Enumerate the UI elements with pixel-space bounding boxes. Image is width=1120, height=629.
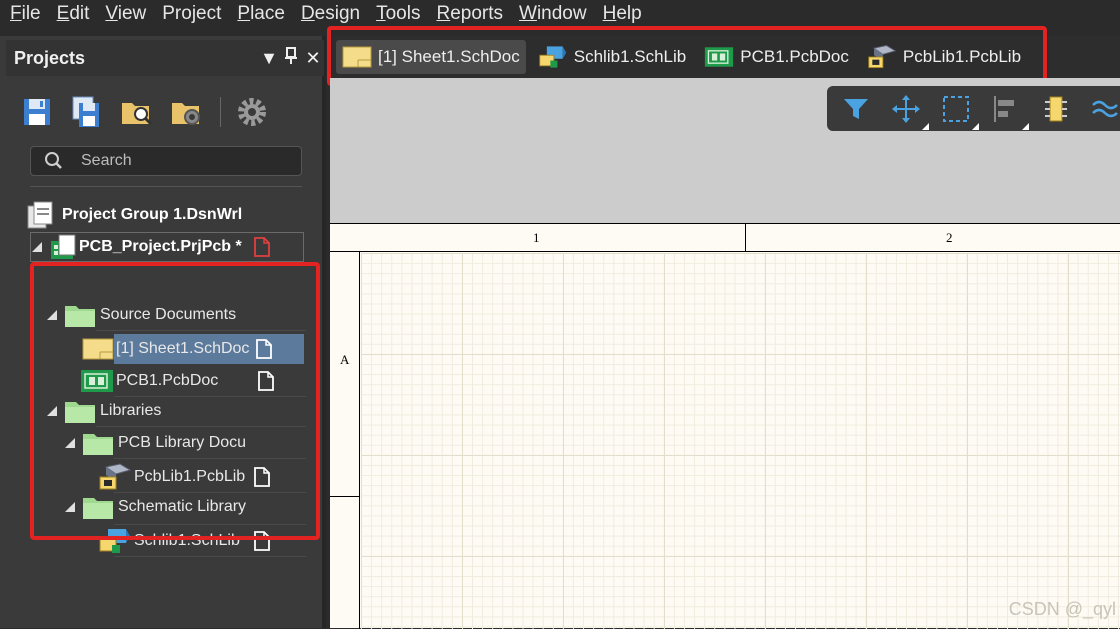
pcb-project-icon	[51, 234, 76, 259]
project-label: PCB_Project.PrjPcb *	[79, 238, 242, 255]
search-placeholder: Search	[81, 152, 132, 169]
divider	[30, 186, 302, 187]
select-area-icon[interactable]	[941, 94, 979, 130]
gear-icon[interactable]	[235, 95, 269, 129]
open-project-icon[interactable]	[120, 95, 154, 129]
annotation-highlight-tree	[30, 262, 320, 540]
watermark: CSDN @_qyl	[1008, 599, 1116, 619]
expand-arrow-icon[interactable]	[31, 241, 43, 253]
menu-reports[interactable]: Reports	[436, 0, 503, 28]
zone-divider	[745, 224, 746, 252]
menu-design[interactable]: Design	[301, 0, 360, 28]
search-icon	[45, 152, 62, 169]
align-icon[interactable]	[991, 94, 1029, 130]
toolbar-separator	[220, 97, 221, 127]
menu-project[interactable]: Project	[162, 0, 221, 28]
pin-icon[interactable]	[280, 46, 302, 70]
menu-view[interactable]: View	[105, 0, 146, 28]
tree-item-project-group[interactable]: Project Group 1.DsnWrl	[26, 200, 242, 230]
project-options-icon[interactable]	[170, 95, 204, 129]
place-part-icon[interactable]	[1041, 94, 1071, 124]
panel-toolbar	[20, 92, 285, 132]
zone-divider	[330, 496, 360, 497]
row-zone-bar: A	[330, 252, 360, 629]
column-zone-bar: 1 2	[330, 224, 1120, 252]
zone-col-1: 1	[533, 230, 540, 245]
menu-file[interactable]: File	[10, 0, 41, 28]
menu-place[interactable]: Place	[237, 0, 285, 28]
panel-menu-icon[interactable]: ▼	[258, 48, 280, 69]
menu-edit[interactable]: Edit	[57, 0, 90, 28]
dropdown-corner-icon	[972, 122, 979, 130]
menu-tools[interactable]: Tools	[376, 0, 420, 28]
annotation-highlight-tabs	[327, 26, 1047, 86]
zone-col-2: 2	[946, 230, 953, 245]
panel-title: Projects	[14, 47, 86, 68]
menu-help[interactable]: Help	[603, 0, 642, 28]
project-group-label: Project Group 1.DsnWrl	[62, 206, 243, 223]
dropdown-corner-icon	[922, 122, 929, 130]
close-icon[interactable]: ✕	[302, 48, 324, 69]
active-bar-toolbar	[827, 86, 1120, 131]
panel-header: Projects ▼ ✕	[6, 40, 324, 76]
save-icon[interactable]	[20, 95, 54, 129]
search-input[interactable]: Search	[30, 146, 302, 176]
move-icon[interactable]	[891, 94, 929, 130]
filter-icon[interactable]	[841, 94, 871, 124]
workspace-icon	[27, 201, 53, 229]
modified-doc-icon	[253, 237, 270, 257]
sheet-grid	[361, 253, 1120, 629]
wire-icon[interactable]	[1091, 94, 1120, 124]
row-separator	[114, 556, 306, 557]
tree-item-project[interactable]: PCB_Project.PrjPcb *	[30, 232, 304, 262]
menu-window[interactable]: Window	[519, 0, 587, 28]
schematic-sheet[interactable]: 1 2 A CSDN @_qyl	[330, 223, 1120, 629]
zone-row-a: A	[340, 352, 350, 367]
save-all-icon[interactable]	[70, 95, 104, 129]
menu-bar: File Edit View Project Place Design Tool…	[0, 0, 1120, 28]
dropdown-corner-icon	[1022, 122, 1029, 130]
